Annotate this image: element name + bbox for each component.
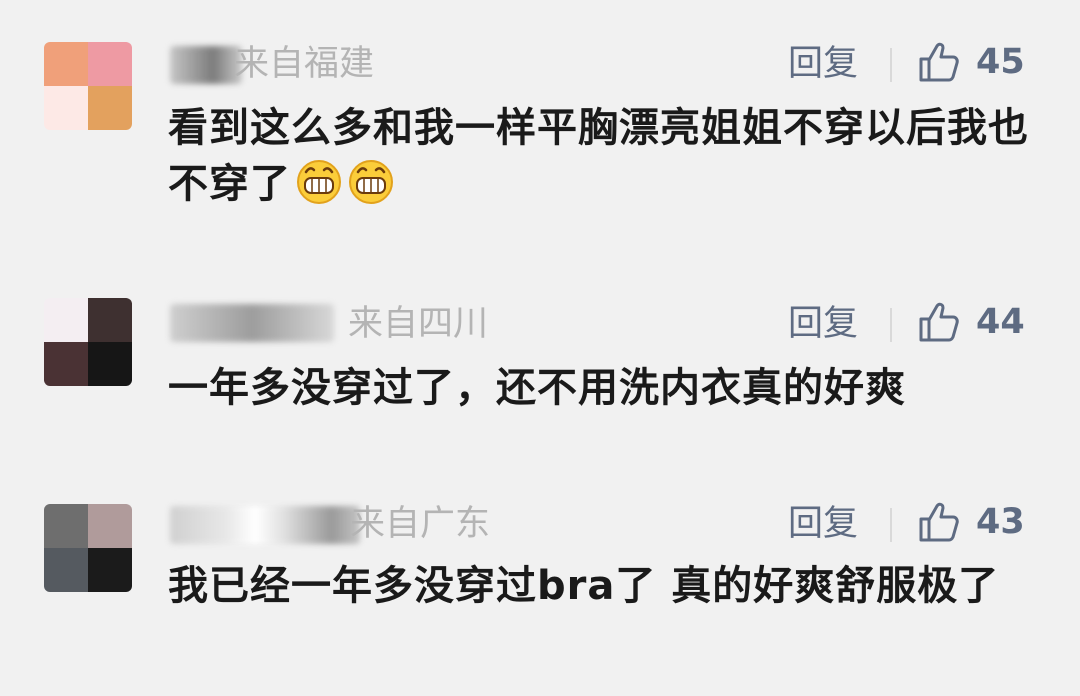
comment-text-content: 一年多没穿过了，还不用洗内衣真的好爽: [168, 365, 906, 411]
avatar-tile: [88, 548, 132, 592]
reply-button[interactable]: 回复: [788, 304, 858, 344]
comment-location: 来自福建: [234, 44, 375, 84]
username-redacted[interactable]: [170, 506, 360, 544]
avatar-tile: [88, 342, 132, 386]
reply-button[interactable]: 回复: [788, 44, 858, 84]
avatar-tile: [44, 504, 88, 548]
reply-button[interactable]: 回复: [788, 504, 858, 544]
avatar[interactable]: [44, 298, 132, 386]
comment-text: 看到这么多和我一样平胸漂亮姐姐不穿以后我也不穿了: [168, 100, 1048, 212]
like-button[interactable]: 43: [918, 500, 1025, 544]
avatar[interactable]: [44, 42, 132, 130]
comment-text-content: 我已经一年多没穿过bra了 真的好爽舒服极了: [168, 563, 1000, 609]
avatar-tile: [44, 298, 88, 342]
like-button[interactable]: 45: [918, 40, 1025, 84]
avatar[interactable]: [44, 504, 132, 592]
grinning-face-icon: [349, 160, 393, 204]
like-button[interactable]: 44: [918, 300, 1025, 344]
username-redacted[interactable]: [170, 304, 334, 342]
thumbs-up-icon: [919, 42, 959, 82]
action-divider: [890, 508, 892, 542]
like-count: 45: [976, 42, 1025, 82]
avatar-tile: [88, 298, 132, 342]
comment-location: 来自广东: [350, 504, 491, 544]
avatar-tile: [44, 342, 88, 386]
username-redacted[interactable]: [170, 46, 242, 84]
avatar-tile: [44, 86, 88, 130]
avatar-tile: [44, 42, 88, 86]
avatar-tile: [88, 86, 132, 130]
like-count: 43: [976, 502, 1025, 542]
thumbs-up-icon: [919, 502, 959, 542]
avatar-tile: [88, 504, 132, 548]
thumbs-up-icon: [919, 302, 959, 342]
grinning-face-icon: [297, 160, 341, 204]
avatar-tile: [44, 548, 88, 592]
comment-location: 来自四川: [348, 304, 489, 344]
like-count: 44: [976, 302, 1025, 342]
avatar-tile: [88, 42, 132, 86]
comment-text: 一年多没穿过了，还不用洗内衣真的好爽: [168, 360, 1048, 416]
comment-text: 我已经一年多没穿过bra了 真的好爽舒服极了: [168, 558, 1048, 614]
action-divider: [890, 308, 892, 342]
action-divider: [890, 48, 892, 82]
